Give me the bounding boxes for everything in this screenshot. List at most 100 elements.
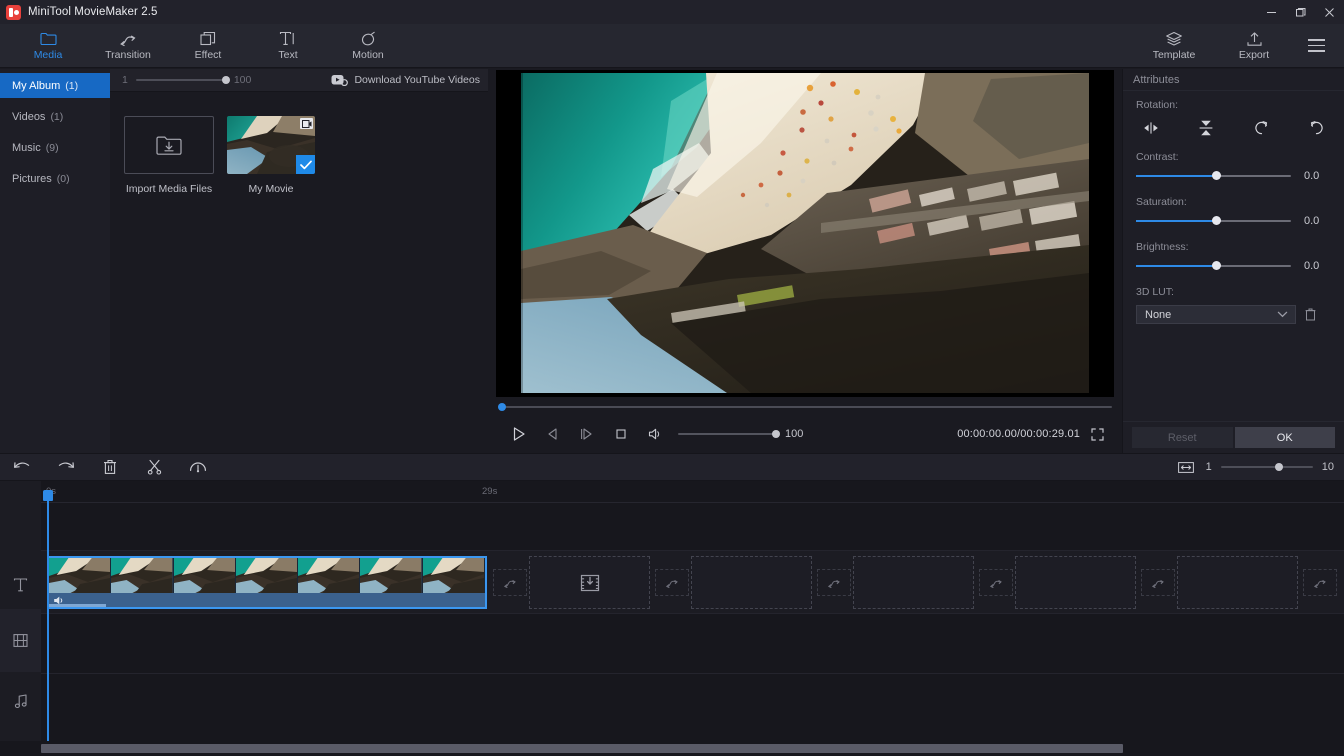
- video-track-row[interactable]: [41, 551, 1344, 614]
- media-placeholder-slot[interactable]: [1177, 556, 1298, 609]
- undo-icon[interactable]: [0, 453, 44, 481]
- media-placeholder-slot[interactable]: [853, 556, 974, 609]
- effect-icon: [200, 30, 217, 47]
- media-placeholder-slot[interactable]: [1015, 556, 1136, 609]
- audio-track-icon[interactable]: [0, 679, 41, 723]
- timeline-scrollbar-track[interactable]: [0, 741, 1344, 756]
- timeline-toolbar: 1 10: [0, 453, 1344, 481]
- tab-media[interactable]: Media: [8, 24, 88, 68]
- clip-audio-strip[interactable]: [49, 593, 485, 607]
- tab-effect[interactable]: Effect: [168, 24, 248, 68]
- audio-track-row[interactable]: [41, 614, 1344, 674]
- tab-text[interactable]: Text: [248, 24, 328, 68]
- close-button[interactable]: [1315, 0, 1344, 24]
- delete-lut-icon[interactable]: [1302, 306, 1318, 324]
- rotate-counterclockwise-icon[interactable]: [1304, 118, 1330, 138]
- playhead[interactable]: [47, 495, 49, 742]
- export-button[interactable]: Export: [1214, 24, 1294, 68]
- timeline: 0s 29s: [0, 481, 1344, 756]
- template-button[interactable]: Template: [1134, 24, 1214, 68]
- previous-frame-icon[interactable]: [536, 419, 570, 449]
- seek-bar[interactable]: [488, 397, 1122, 417]
- attributes-actions: Reset OK: [1123, 421, 1344, 453]
- download-youtube-videos-label: Download YouTube Videos: [354, 74, 480, 86]
- clip-thumbnail-strip: [49, 558, 485, 597]
- library-category-list: My Album (1) Videos (1) Music (9) Pictur…: [0, 69, 110, 453]
- clip-frame-art: [174, 558, 235, 597]
- transition-slot-icon[interactable]: [493, 569, 527, 596]
- flip-horizontal-icon[interactable]: [1138, 118, 1164, 138]
- flip-vertical-icon[interactable]: [1193, 118, 1219, 138]
- timeline-clip-my-movie[interactable]: [47, 556, 487, 609]
- transition-slot-icon[interactable]: [979, 569, 1013, 596]
- sidebar-item-videos[interactable]: Videos (1): [0, 104, 110, 129]
- delete-icon[interactable]: [88, 453, 132, 481]
- timeline-zoom-knob[interactable]: [1275, 463, 1283, 471]
- timeline-zoom-group: 1 10: [1175, 457, 1334, 477]
- timeline-ruler[interactable]: 0s 29s: [41, 481, 1344, 503]
- library-zoom-max: 100: [234, 74, 252, 86]
- saturation-slider-knob[interactable]: [1212, 216, 1221, 225]
- player-controls: 100 00:00:00.00/00:00:29.01: [488, 417, 1122, 451]
- seek-knob[interactable]: [498, 403, 506, 411]
- saturation-slider[interactable]: [1136, 220, 1291, 222]
- split-icon[interactable]: [132, 453, 176, 481]
- lut-select[interactable]: None: [1136, 305, 1296, 324]
- ok-button[interactable]: OK: [1235, 427, 1336, 448]
- media-placeholder-slot[interactable]: [691, 556, 812, 609]
- transition-slot-icon[interactable]: [1303, 569, 1337, 596]
- transition-slot-icon[interactable]: [1141, 569, 1175, 596]
- tab-motion[interactable]: Motion: [328, 24, 408, 68]
- brightness-slider[interactable]: [1136, 265, 1291, 267]
- stop-icon[interactable]: [604, 419, 638, 449]
- import-media-files-button[interactable]: [124, 116, 214, 174]
- tab-transition[interactable]: Transition: [88, 24, 168, 68]
- app-logo-icon: [6, 5, 21, 20]
- hamburger-icon[interactable]: [1294, 24, 1338, 68]
- reset-button[interactable]: Reset: [1132, 427, 1233, 448]
- tab-effect-label: Effect: [195, 49, 222, 61]
- sidebar-item-videos-count: (1): [50, 111, 63, 123]
- playhead-grip[interactable]: [43, 490, 53, 501]
- seek-track[interactable]: [498, 406, 1112, 408]
- next-frame-icon[interactable]: [570, 419, 604, 449]
- fit-to-screen-icon[interactable]: [1175, 457, 1197, 477]
- brightness-slider-knob[interactable]: [1212, 261, 1221, 270]
- sidebar-item-my-album[interactable]: My Album (1): [0, 73, 110, 98]
- play-icon[interactable]: [502, 419, 536, 449]
- redo-icon[interactable]: [44, 453, 88, 481]
- rotate-clockwise-icon[interactable]: [1249, 118, 1275, 138]
- tab-transition-label: Transition: [105, 49, 151, 61]
- sidebar-item-music-label: Music: [12, 142, 41, 154]
- minimize-button[interactable]: [1257, 0, 1286, 24]
- download-youtube-videos-button[interactable]: Download YouTube Videos: [331, 74, 480, 86]
- volume-icon[interactable]: [638, 419, 672, 449]
- contrast-slider-fill: [1136, 175, 1217, 177]
- sidebar-item-videos-label: Videos: [12, 111, 45, 123]
- brightness-label: Brightness:: [1136, 241, 1332, 253]
- speed-icon[interactable]: [176, 453, 220, 481]
- video-track-icon[interactable]: [0, 609, 41, 672]
- fullscreen-icon[interactable]: [1086, 422, 1108, 446]
- layers-icon: [1165, 30, 1183, 47]
- volume-knob[interactable]: [772, 430, 780, 438]
- library-panel: 1 100 Download YouTube Videos: [110, 69, 488, 453]
- timeline-zoom-slider[interactable]: [1221, 466, 1313, 468]
- preview-frame[interactable]: [496, 70, 1114, 397]
- library-item-thumbnail[interactable]: [227, 116, 315, 174]
- maximize-button[interactable]: [1286, 0, 1315, 24]
- text-track-icon[interactable]: [0, 563, 41, 607]
- text-track-row[interactable]: [41, 503, 1344, 551]
- library-zoom-knob[interactable]: [222, 76, 230, 84]
- contrast-slider-knob[interactable]: [1212, 171, 1221, 180]
- transition-slot-icon[interactable]: [655, 569, 689, 596]
- sidebar-item-pictures[interactable]: Pictures (0): [0, 166, 110, 191]
- contrast-slider[interactable]: [1136, 175, 1291, 177]
- library-zoom-slider[interactable]: [136, 79, 226, 81]
- media-placeholder-slot[interactable]: [529, 556, 650, 609]
- transition-slot-icon[interactable]: [817, 569, 851, 596]
- volume-slider[interactable]: [678, 433, 776, 435]
- sidebar-item-music[interactable]: Music (9): [0, 135, 110, 160]
- timeline-scrollbar-thumb[interactable]: [41, 744, 1123, 753]
- app-title: MiniTool MovieMaker 2.5: [28, 6, 158, 18]
